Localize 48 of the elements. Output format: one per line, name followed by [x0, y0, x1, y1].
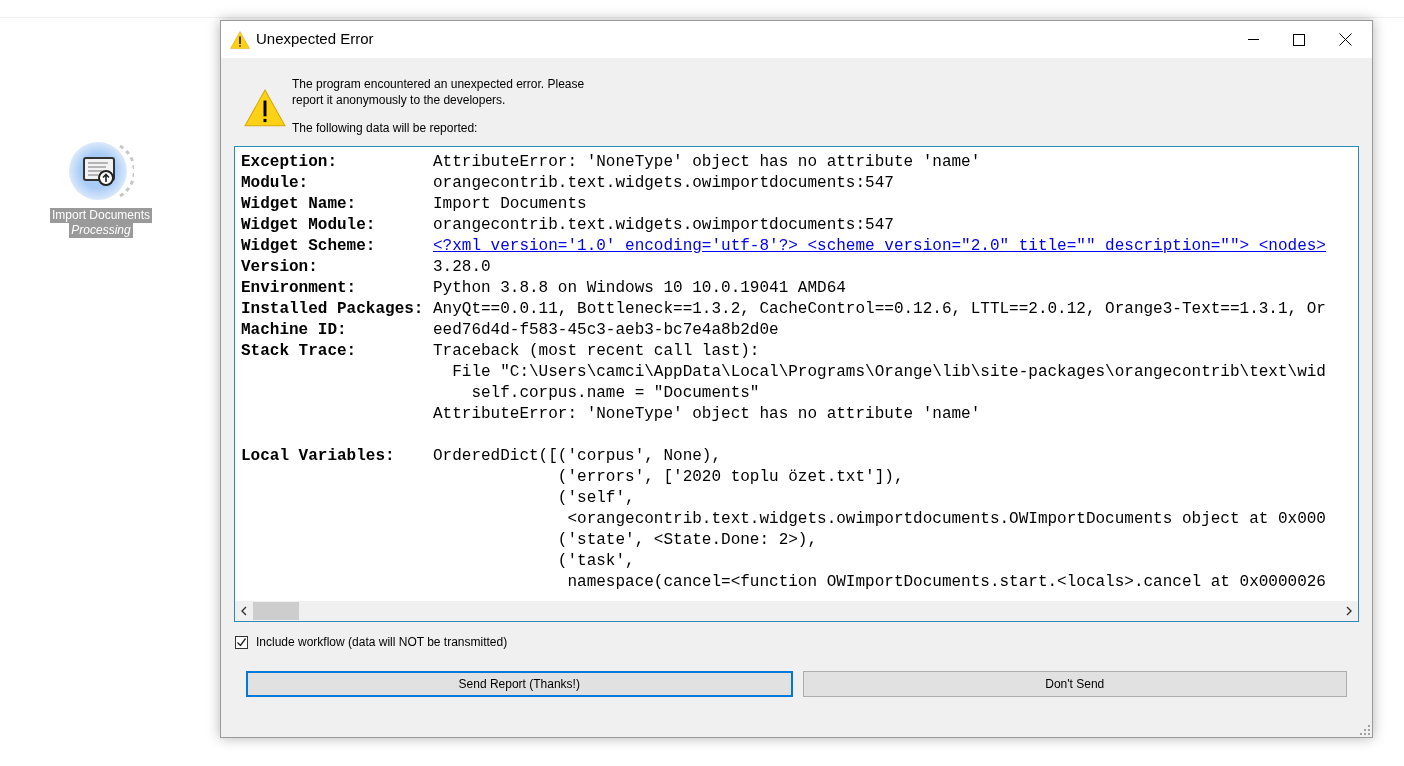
report-field-value: AttributeError: 'NoneType' object has no attribute 'name'	[433, 152, 981, 173]
report-field-value: Traceback (most recent call last):	[433, 341, 761, 362]
report-field-label: Widget Module:	[241, 215, 377, 236]
minimize-icon	[1247, 39, 1259, 40]
report-field-value: OrderedDict([('corpus', None),	[433, 446, 723, 467]
report-field-value: self.corpus.name = "Documents"	[470, 383, 761, 404]
report-field-value: orangecontrib.text.widgets.owimportdocuments:547	[433, 215, 894, 236]
report-field-value: ('state', <State.Done: 2>),	[556, 530, 819, 551]
report-field-value: File "C:\Users\camci\AppData\Local\Programs\Orange\lib\site-packages\orangecontrib\text\wid	[451, 362, 1326, 383]
report-field-value: ('self',	[556, 488, 636, 509]
report-field-value: AnyQt==0.0.11, Bottleneck==1.3.2, CacheControl==0.12.6, LTTL==2.0.12, Orange3-Text==1.3.1, Or	[433, 299, 1326, 320]
dialog-button[interactable]: Send Report (Thanks!)	[246, 671, 793, 697]
scheme-link[interactable]: <?xml version='1.0' encoding='utf-8'?> <scheme version="2.0" title="" description=""> <nodes>	[433, 236, 1326, 257]
report-field-value: 3.28.0	[433, 257, 491, 278]
report-field-value: ('errors', ['2020 toplu özet.txt']),	[556, 467, 905, 488]
scrollbar-thumb[interactable]	[253, 602, 299, 620]
report-field-label: Machine ID:	[241, 320, 348, 341]
report-field-label: Local Variables:	[241, 446, 396, 467]
report-intro: The following data will be reported:	[292, 120, 479, 136]
resize-grip-icon[interactable]	[1360, 725, 1370, 735]
checkbox-label: Include workflow (data will NOT be transmitted)	[256, 634, 508, 651]
report-field-label: Version:	[241, 257, 319, 278]
close-icon	[1338, 33, 1352, 46]
include-workflow-checkbox[interactable]	[235, 635, 248, 649]
report-field-value: eed76d4d-f583-45c3-aeb3-bc7e4a8b2d0e	[433, 320, 779, 341]
horizontal-scrollbar[interactable]	[235, 601, 1358, 621]
report-field-value: ('task',	[556, 551, 636, 572]
warning-icon	[230, 30, 250, 49]
warning-icon	[244, 89, 286, 127]
report-field-label: Exception:	[241, 152, 338, 173]
error-message: The program encountered an unexpected error. Please report it anonymously to the developers.	[292, 76, 586, 108]
report-field-label: Installed Packages:	[241, 299, 425, 320]
report-field-value: AttributeError: 'NoneType' object has no attribute 'name'	[433, 404, 982, 425]
report-field-label: Widget Name:	[241, 194, 358, 215]
maximize-icon	[1293, 33, 1305, 46]
node-label: Import Documents	[49, 208, 152, 223]
node-status: Processing	[69, 223, 133, 238]
report-field-label: Module:	[241, 173, 310, 194]
report-field-value: orangecontrib.text.widgets.owimportdocuments:547	[433, 173, 894, 194]
window-title: Unexpected Error	[256, 29, 374, 50]
report-field-value: namespace(cancel=<function OWImportDocuments.start.<locals>.cancel at 0x0000026	[566, 572, 1326, 593]
report-field-label: Environment:	[241, 278, 358, 299]
report-field-value: Import Documents	[433, 194, 587, 215]
dialog-button[interactable]: Don't Send	[802, 671, 1347, 697]
report-field-value: <orangecontrib.text.widgets.owimportdocuments.OWImportDocuments object at 0x000	[566, 509, 1326, 530]
report-field-value: Python 3.8.8 on Windows 10 10.0.19041 AMD64	[433, 278, 846, 299]
report-field-label: Widget Scheme:	[241, 236, 377, 257]
report-field-label: Stack Trace:	[241, 341, 358, 362]
